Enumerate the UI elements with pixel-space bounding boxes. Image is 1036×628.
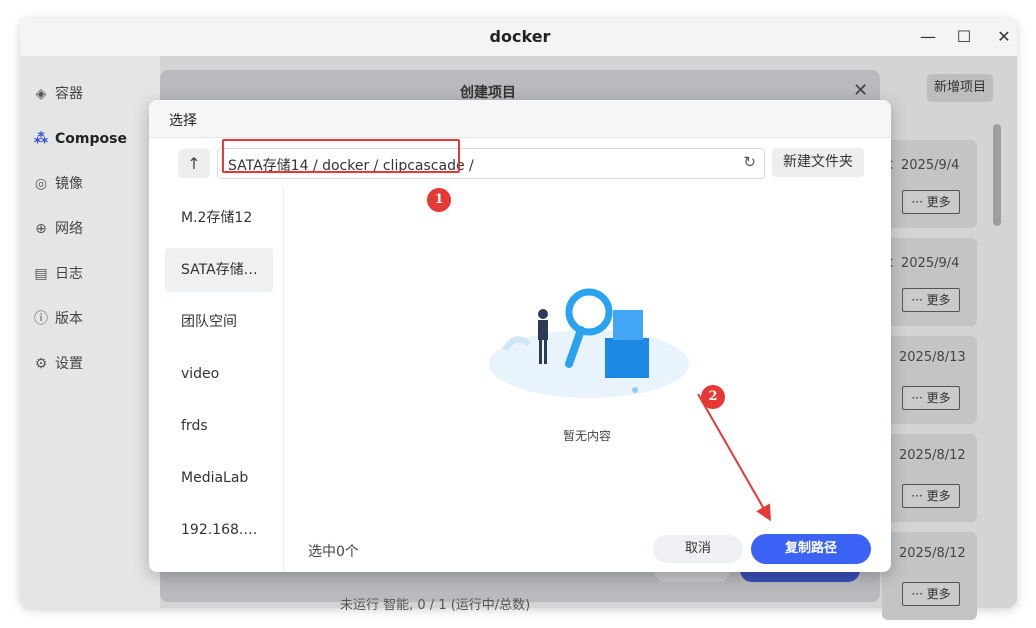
more-button[interactable]: ··· 更多: [902, 582, 960, 606]
window-title: docker: [489, 27, 551, 46]
refresh-icon[interactable]: ↻: [743, 153, 756, 171]
dialog-header: 选择: [149, 100, 891, 138]
info-icon: ⓘ: [34, 311, 48, 327]
path-highlight-box: [222, 139, 460, 173]
location-item-selected[interactable]: SATA存储…: [165, 248, 273, 292]
new-project-button[interactable]: 新增项目: [927, 74, 993, 102]
gear-icon: ⚙: [34, 356, 48, 372]
project-date: 2025/8/12: [899, 448, 966, 463]
location-item[interactable]: 192.168.…: [165, 508, 273, 552]
project-date: ：2025/9/4: [888, 256, 960, 271]
dialog-title: 选择: [169, 113, 197, 129]
more-button[interactable]: ··· 更多: [902, 484, 960, 508]
selected-count: 选中0个: [308, 544, 359, 560]
log-icon: ▤: [34, 266, 48, 282]
annotation-arrow: [697, 393, 771, 522]
project-date: ：2025/9/4: [888, 158, 960, 173]
create-project-close-icon[interactable]: ✕: [853, 80, 868, 101]
more-button[interactable]: ··· 更多: [902, 288, 960, 312]
location-item[interactable]: M.2存储12: [165, 196, 273, 240]
location-item[interactable]: 团队空间: [165, 300, 273, 344]
cancel-button[interactable]: 取消: [653, 535, 743, 563]
compose-icon: ⁂: [33, 131, 49, 147]
minimize-icon[interactable]: —: [915, 24, 941, 50]
new-folder-button[interactable]: 新建文件夹: [772, 148, 864, 177]
close-icon[interactable]: ✕: [991, 24, 1017, 50]
location-item[interactable]: MediaLab: [165, 456, 273, 500]
location-list: M.2存储12 SATA存储… 团队空间 video frds MediaLab…: [149, 186, 284, 572]
copy-path-button[interactable]: 复制路径: [751, 534, 871, 564]
sidebar-item-images[interactable]: ◎ 镜像: [33, 174, 83, 194]
project-date: 2025/8/12: [899, 546, 966, 561]
sidebar-item-compose[interactable]: ⁂ Compose: [33, 129, 127, 149]
location-item[interactable]: video: [165, 352, 273, 396]
sidebar-item-settings[interactable]: ⚙ 设置: [33, 354, 83, 374]
empty-state-illustration: [489, 288, 689, 398]
create-project-title: 创建项目: [460, 85, 516, 101]
empty-state-text: 暂无内容: [563, 429, 612, 443]
sidebar-item-containers[interactable]: ◈ 容器: [33, 84, 83, 104]
title-bar: docker — ☐ ✕: [20, 18, 1017, 57]
project-date: 2025/8/13: [899, 350, 966, 365]
sidebar-item-version[interactable]: ⓘ 版本: [33, 309, 83, 329]
maximize-icon[interactable]: ☐: [951, 24, 977, 50]
sidebar-item-logs[interactable]: ▤ 日志: [33, 264, 83, 284]
scrollbar[interactable]: [993, 124, 1001, 226]
layers-icon: ◈: [35, 86, 47, 102]
more-button[interactable]: ··· 更多: [902, 386, 960, 410]
globe-icon: ⊕: [35, 221, 47, 237]
sidebar-item-network[interactable]: ⊕ 网络: [33, 219, 83, 239]
annotation-badge-1: 1: [427, 188, 451, 212]
location-item[interactable]: frds: [165, 404, 273, 448]
image-icon: ◎: [34, 176, 48, 192]
background-status-text: 未运行 智能, 0 / 1 (运行中/总数): [340, 598, 531, 613]
more-button[interactable]: ··· 更多: [902, 190, 960, 214]
sidebar: ◈ 容器 ⁂ Compose ◎ 镜像 ⊕ 网络 ▤ 日志 ⓘ 版本 ⚙ 设置: [20, 56, 160, 608]
up-arrow-icon[interactable]: ↑: [178, 149, 210, 178]
